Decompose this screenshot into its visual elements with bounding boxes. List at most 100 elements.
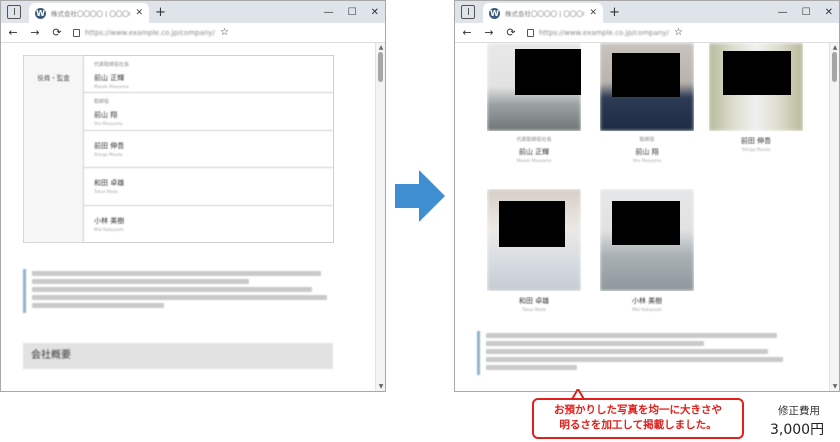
section-heading-company: 会社概要 <box>23 343 333 369</box>
favorite-star-icon[interactable]: ☆ <box>220 27 229 38</box>
favorite-star-icon[interactable]: ☆ <box>674 27 683 38</box>
scrollbar-thumb[interactable] <box>378 52 383 82</box>
callout-box: お預かりした写真を均一に大きさや 明るさを加工して掲載しました。 <box>532 398 744 439</box>
table-row: 取締役 前山 翔 Sho Maeyama <box>84 93 333 131</box>
window-controls: — ☐ ✕ <box>778 1 833 23</box>
member-card: 前田 伸吾 Shingo Maeda <box>709 43 803 152</box>
member-role: 取締役 <box>639 137 655 143</box>
table-row: 代表取締役社長 前山 正輝 Masaki Maeyama <box>84 56 333 94</box>
member-romaji: Miki Kobayashi <box>94 226 124 232</box>
member-role: 代表取締役社長 <box>516 137 552 143</box>
title-bar: W 株式会社〇〇〇〇 | 〇〇〇〇 ✕ + — ☐ ✕ <box>455 1 839 23</box>
member-photo <box>709 43 803 131</box>
arrow-right-icon <box>395 170 445 222</box>
new-tab-icon[interactable]: + <box>609 5 620 20</box>
member-photo <box>600 43 694 131</box>
reload-icon[interactable]: ⟳ <box>51 26 63 39</box>
table-row: 小林 美樹 Miki Kobayashi <box>84 206 333 242</box>
comparison-stage: W 株式会社〇〇〇〇 | 〇〇〇〇 ✕ + — ☐ ✕ ← → ⟳ https:… <box>0 0 840 442</box>
address-bar[interactable]: https://www.example.co.jp/company/ ☆ <box>73 26 379 40</box>
member-name: 小林 美樹 <box>94 216 125 225</box>
browser-window-before: W 株式会社〇〇〇〇 | 〇〇〇〇 ✕ + — ☐ ✕ ← → ⟳ https:… <box>0 0 386 392</box>
wordpress-icon: W <box>489 7 500 19</box>
wordpress-icon: W <box>35 7 46 19</box>
page-viewport: 役員・監査 代表取締役社長 前山 正輝 Masaki Maeyama 取締役 前… <box>1 43 375 391</box>
member-name: 前山 正輝 <box>518 148 550 156</box>
member-name: 前山 翔 <box>635 148 659 156</box>
member-romaji: Sho Maeyama <box>94 121 123 127</box>
forward-icon[interactable]: → <box>29 26 41 39</box>
member-card: 取締役 前山 翔 Sho Maeyama <box>600 43 694 163</box>
member-photo <box>487 43 581 131</box>
member-romaji: Sho Maeyama <box>632 158 662 163</box>
browser-tab[interactable]: W 株式会社〇〇〇〇 | 〇〇〇〇 ✕ <box>483 3 603 23</box>
fee-label: 修正費用 <box>778 405 820 417</box>
member-name: 前田 伸吾 <box>94 141 125 150</box>
face-redaction <box>612 53 680 97</box>
url-text: https://www.example.co.jp/company/ <box>539 28 669 37</box>
reload-icon[interactable]: ⟳ <box>505 26 517 39</box>
scroll-down-icon[interactable]: ▼ <box>830 383 839 390</box>
member-romaji: Miki Kobayashi <box>632 307 662 312</box>
close-tab-icon[interactable]: ✕ <box>135 8 143 18</box>
scroll-down-icon[interactable]: ▼ <box>376 383 385 390</box>
lock-icon <box>527 28 534 37</box>
member-romaji: Shingo Maeda <box>94 151 123 157</box>
scroll-up-icon[interactable]: ▲ <box>830 44 839 51</box>
window-controls: — ☐ ✕ <box>324 1 379 23</box>
member-role: 代表取締役社長 <box>94 62 130 68</box>
member-photo <box>487 189 581 291</box>
member-card: 代表取締役社長 前山 正輝 Masaki Maeyama <box>487 43 581 163</box>
member-name: 前山 翔 <box>94 111 118 120</box>
scrollbar[interactable]: ▲ ▼ <box>375 43 385 391</box>
back-icon[interactable]: ← <box>461 26 473 39</box>
member-name: 小林 美樹 <box>631 297 663 305</box>
member-card: 小林 美樹 Miki Kobayashi <box>600 189 694 312</box>
member-name: 前山 正輝 <box>94 74 125 82</box>
address-bar[interactable]: https://www.example.co.jp/company/ ☆ <box>527 26 833 40</box>
member-romaji: Masaki Maeyama <box>516 158 552 163</box>
member-romaji: Takuo Wada <box>94 189 118 195</box>
table-row: 和田 卓雄 Takuo Wada <box>84 168 333 206</box>
face-redaction <box>515 49 581 95</box>
member-card: 和田 卓雄 Takuo Wada <box>487 189 581 312</box>
back-icon[interactable]: ← <box>7 26 19 39</box>
minimize-icon[interactable]: — <box>778 7 788 18</box>
member-photo <box>600 189 694 291</box>
tab-title: 株式会社〇〇〇〇 | 〇〇〇〇 <box>51 10 131 18</box>
member-role: 取締役 <box>94 99 110 106</box>
lock-icon <box>73 28 80 37</box>
face-redaction <box>723 51 791 95</box>
close-window-icon[interactable]: ✕ <box>371 7 379 18</box>
browser-tab[interactable]: W 株式会社〇〇〇〇 | 〇〇〇〇 ✕ <box>29 3 149 23</box>
callout-line-2: 明るさを加工して掲載しました。 <box>559 419 717 431</box>
minimize-icon[interactable]: — <box>324 7 334 18</box>
maximize-icon[interactable]: ☐ <box>348 7 357 18</box>
new-tab-icon[interactable]: + <box>155 5 166 20</box>
scrollbar-thumb[interactable] <box>832 52 837 82</box>
window-menu-icon[interactable] <box>7 5 21 19</box>
fee-value: 3,000円 <box>770 422 825 438</box>
forward-icon[interactable]: → <box>483 26 495 39</box>
member-table: 役員・監査 代表取締役社長 前山 正輝 Masaki Maeyama 取締役 前… <box>23 55 334 243</box>
close-tab-icon[interactable]: ✕ <box>589 8 597 18</box>
page-viewport: 代表取締役社長 前山 正輝 Masaki Maeyama 取締役 前山 翔 Sh… <box>455 43 829 391</box>
member-romaji: Takuo Wada <box>522 307 546 312</box>
scrollbar[interactable]: ▲ ▼ <box>829 43 839 391</box>
url-text: https://www.example.co.jp/company/ <box>85 28 215 37</box>
maximize-icon[interactable]: ☐ <box>802 7 811 18</box>
browser-window-after: W 株式会社〇〇〇〇 | 〇〇〇〇 ✕ + — ☐ ✕ ← → ⟳ https:… <box>454 0 840 392</box>
member-name: 和田 卓雄 <box>94 179 125 188</box>
face-redaction <box>499 201 565 247</box>
face-redaction <box>612 201 680 245</box>
window-menu-icon[interactable] <box>461 5 475 19</box>
member-romaji: Masaki Maeyama <box>94 84 129 89</box>
nav-bar: ← → ⟳ https://www.example.co.jp/company/… <box>455 23 839 43</box>
member-romaji: Shingo Maeda <box>741 147 771 152</box>
close-window-icon[interactable]: ✕ <box>825 7 833 18</box>
blurred-note-text <box>23 269 333 313</box>
title-bar: W 株式会社〇〇〇〇 | 〇〇〇〇 ✕ + — ☐ ✕ <box>1 1 385 23</box>
scroll-up-icon[interactable]: ▲ <box>376 44 385 51</box>
member-rows: 代表取締役社長 前山 正輝 Masaki Maeyama 取締役 前山 翔 Sh… <box>84 56 333 242</box>
tab-title: 株式会社〇〇〇〇 | 〇〇〇〇 <box>505 10 585 18</box>
